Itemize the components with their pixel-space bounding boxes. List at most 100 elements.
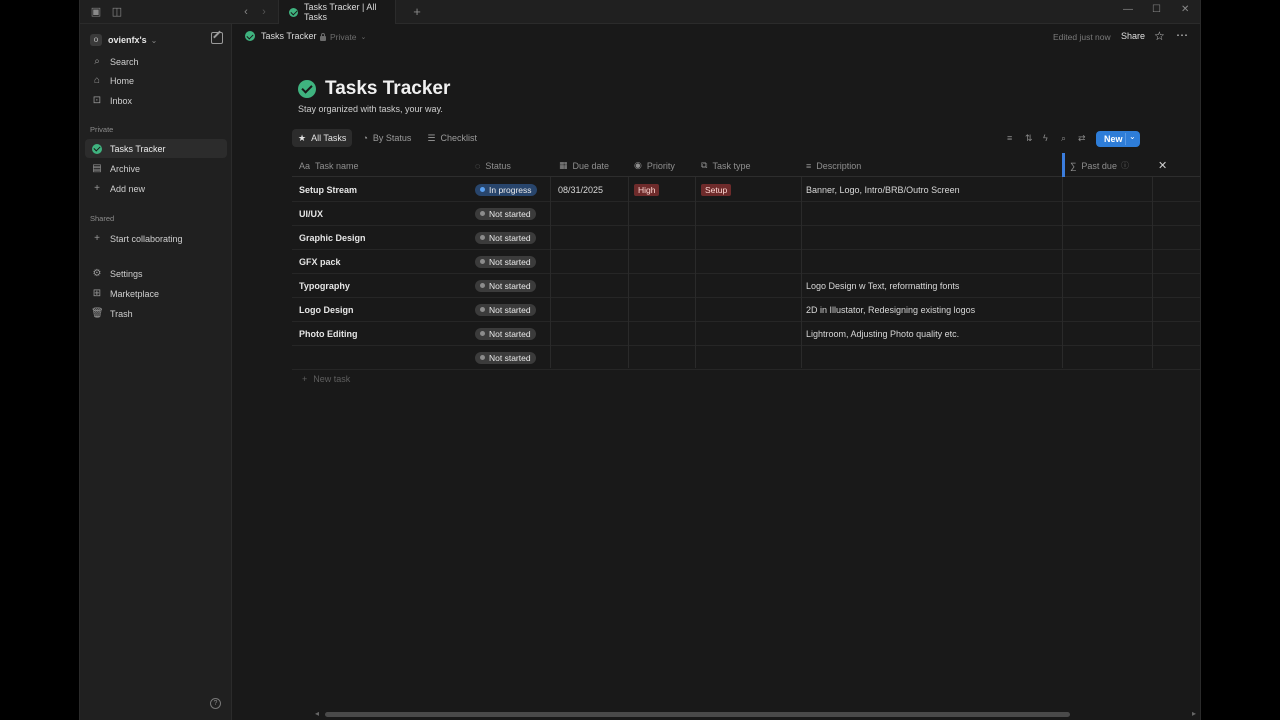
app-logo-icon: ▣ <box>90 6 102 18</box>
sidebar-item-home[interactable]: ⌂ Home <box>85 71 227 90</box>
close-window-icon[interactable]: ✕ <box>1181 4 1189 15</box>
column-header-task-type[interactable]: ⧉ Task type <box>701 154 750 177</box>
sidebar-item-label: Search <box>110 56 139 67</box>
more-options-icon[interactable]: ⋯ <box>1176 28 1189 42</box>
sidebar-item-search[interactable]: ⌕ Search <box>85 52 227 71</box>
cell-priority[interactable]: High <box>634 178 660 201</box>
sidebar-item-start-collaborating[interactable]: + Start collaborating <box>85 229 227 248</box>
cell-task-name[interactable]: Typography <box>299 274 350 297</box>
minimize-icon[interactable]: — <box>1123 4 1133 15</box>
sidebar-item-trash[interactable]: 🗑 Trash <box>85 304 227 323</box>
automation-icon[interactable]: ϟ <box>1043 133 1048 143</box>
back-icon[interactable]: ‹ <box>239 5 253 19</box>
column-divider <box>1152 177 1153 368</box>
breadcrumb[interactable]: Tasks Tracker <box>245 31 317 41</box>
column-resize-handle[interactable] <box>1062 153 1065 177</box>
new-button-label: New <box>1104 134 1123 144</box>
table-row[interactable]: Not started <box>292 346 1200 370</box>
search-icon[interactable]: ⌕ <box>1061 133 1066 144</box>
view-settings-icon[interactable]: ⇄ <box>1078 133 1086 144</box>
cell-task-name[interactable]: Logo Design <box>299 298 354 321</box>
maximize-icon[interactable]: ☐ <box>1152 4 1161 15</box>
sidebar-item-settings[interactable]: ⚙ Settings <box>85 264 227 283</box>
lock-icon <box>320 32 326 41</box>
status-text: Not started <box>489 208 531 219</box>
cell-task-name[interactable]: Photo Editing <box>299 322 358 345</box>
cell-status[interactable]: Not started <box>475 250 536 273</box>
column-header-task-name[interactable]: Aa Task name <box>299 154 359 177</box>
sidebar-item-inbox[interactable]: ⊡ Inbox <box>85 91 227 110</box>
trash-icon: 🗑 <box>91 307 104 319</box>
column-header-priority[interactable]: ◉ Priority <box>634 154 675 177</box>
column-header-past-due[interactable]: ∑ Past due ⓘ <box>1070 154 1129 177</box>
column-header-description[interactable]: ≡ Description <box>806 154 861 177</box>
sidebar-item-tasks-tracker[interactable]: Tasks Tracker <box>85 139 227 158</box>
sidebar-item-marketplace[interactable]: ⊞ Marketplace <box>85 284 227 303</box>
new-button[interactable]: New ⌄ <box>1096 131 1140 147</box>
sidebar-item-archive[interactable]: ▤ Archive <box>85 159 227 178</box>
forward-icon[interactable]: › <box>257 5 271 19</box>
workspace-switcher[interactable]: o ovienfx's ⌄ <box>90 31 157 49</box>
cell-status[interactable]: Not started <box>475 202 536 225</box>
description-text: Logo Design w Text, reformatting fonts <box>806 280 960 291</box>
table-row[interactable]: Setup Stream In progress 08/31/2025 High Set… <box>292 178 1200 202</box>
tab-all-tasks[interactable]: ★ All Tasks <box>292 129 353 147</box>
scroll-left-icon[interactable]: ◂ <box>315 709 319 718</box>
column-label: Task type <box>712 160 751 171</box>
column-header-due-date[interactable]: ▦ Due date <box>559 154 609 177</box>
cell-due-date[interactable]: 08/31/2025 <box>558 178 603 201</box>
text-type-icon: Aa <box>299 160 311 171</box>
star-icon: ★ <box>298 132 307 143</box>
favorite-star-icon[interactable]: ☆ <box>1154 29 1165 43</box>
cell-description[interactable]: Logo Design w Text, reformatting fonts <box>806 274 959 297</box>
cell-status[interactable]: Not started <box>475 322 536 345</box>
scroll-right-icon[interactable]: ▸ <box>1192 709 1196 718</box>
sort-icon[interactable]: ⇅ <box>1025 133 1033 144</box>
horizontal-scrollbar[interactable] <box>325 712 1070 717</box>
cell-description[interactable]: 2D in Illustator, Redesigning existing l… <box>806 298 975 321</box>
table-row[interactable]: Logo Design Not started 2D in Illustator, … <box>292 298 1200 322</box>
plus-icon: + <box>94 232 100 244</box>
cell-task-name[interactable]: GFX pack <box>299 250 341 273</box>
column-header-status[interactable]: ◌ Status <box>475 154 511 177</box>
cell-description[interactable]: Lightroom, Adjusting Photo quality etc. <box>806 322 959 345</box>
cell-task-type[interactable]: Setup <box>701 178 732 201</box>
status-badge: Not started <box>475 303 536 316</box>
table-row[interactable]: Typography Not started Logo Design w Text,… <box>292 274 1200 298</box>
breadcrumb-label: Tasks Tracker <box>261 31 317 41</box>
tab-checklist[interactable]: ☰ Checklist <box>421 129 483 147</box>
sidebar-item-label: Marketplace <box>110 288 160 299</box>
cell-status[interactable]: Not started <box>475 274 536 297</box>
page-title-text[interactable]: Tasks Tracker <box>325 78 450 100</box>
priority-icon: ◉ <box>634 160 642 170</box>
cell-status[interactable]: Not started <box>475 226 536 249</box>
new-tab-icon[interactable]: + <box>410 5 424 19</box>
help-icon[interactable]: ? <box>210 698 221 709</box>
cell-description[interactable]: Banner, Logo, Intro/BRB/Outro Screen <box>806 178 960 201</box>
filter-icon[interactable]: ≡ <box>1007 133 1012 143</box>
table-row[interactable]: UI/UX Not started <box>292 202 1200 226</box>
close-icon[interactable]: ✕ <box>1158 159 1167 172</box>
cell-task-name[interactable]: Setup Stream <box>299 178 357 201</box>
tab-tasks-tracker[interactable]: Tasks Tracker | All Tasks <box>278 0 396 24</box>
chevron-down-icon[interactable]: ⌄ <box>1129 132 1136 141</box>
cell-status[interactable]: Not started <box>475 298 536 321</box>
sidebar-item-add-new[interactable]: + Add new <box>85 179 227 198</box>
table-row[interactable]: Graphic Design Not started <box>292 226 1200 250</box>
cell-task-name[interactable]: UI/UX <box>299 202 323 225</box>
new-page-icon[interactable] <box>211 32 223 44</box>
table-row[interactable]: GFX pack Not started <box>292 250 1200 274</box>
tab-label: Checklist <box>440 133 477 143</box>
cell-status[interactable]: In progress <box>475 178 537 201</box>
status-text: In progress <box>489 184 532 195</box>
cell-task-name[interactable]: Graphic Design <box>299 226 366 249</box>
new-task-button[interactable]: + New task <box>302 374 350 384</box>
sidebar-toggle-icon[interactable]: ◫ <box>110 5 124 19</box>
share-button[interactable]: Share <box>1121 31 1145 41</box>
table-row[interactable]: Photo Editing Not started Lightroom, Adjus… <box>292 322 1200 346</box>
privacy-indicator[interactable]: Private ⌄ <box>320 32 366 42</box>
tab-by-status[interactable]: ◔ By Status <box>356 129 417 147</box>
cell-status[interactable]: Not started <box>475 346 536 369</box>
marketplace-icon: ⊞ <box>92 287 102 299</box>
task-name-text: GFX pack <box>299 256 341 267</box>
